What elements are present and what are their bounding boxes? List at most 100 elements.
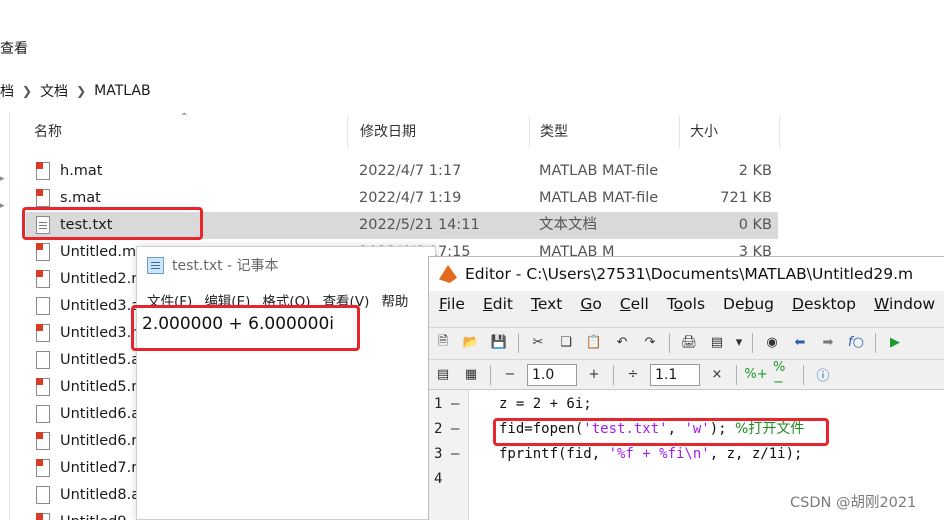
toolbar-separator — [803, 364, 804, 385]
file-date: 2022/5/21 14:11 — [359, 217, 480, 233]
menu-help[interactable]: 帮助 — [381, 290, 408, 310]
breadcrumb-item-documents[interactable]: 文档 — [34, 81, 74, 101]
menu-cell[interactable]: Cell — [610, 295, 657, 321]
code-line[interactable]: 4 — [429, 467, 944, 492]
multiply-icon[interactable]: × — [706, 364, 728, 386]
file-date: 2022/4/7 1:17 — [359, 163, 462, 179]
notepad-window[interactable]: test.txt - 记事本 文件(F) 编辑(E) 格式(O) 查看(V) 帮… — [131, 246, 436, 520]
highlight-box-test-file — [22, 207, 203, 240]
file-name: Untitled3.a — [60, 298, 141, 314]
file-size: 2 KB — [738, 163, 772, 179]
file-size: 721 KB — [720, 190, 772, 206]
file-type: MATLAB MAT-file — [539, 163, 659, 179]
back-arrow-icon[interactable]: ⬅ — [789, 332, 811, 354]
chevron-right-icon: ❯ — [76, 84, 87, 98]
column-header-size[interactable]: 大小 — [682, 116, 780, 148]
cell-value-input[interactable]: 1.0 — [527, 363, 577, 386]
editor-menu-bar: File Edit Text Go Cell Tools Debug Deskt… — [429, 295, 944, 321]
breakpoint-marker[interactable]: – — [451, 392, 459, 417]
mat-file-icon — [36, 378, 50, 396]
mat-file-icon — [36, 432, 50, 450]
matlab-editor-window[interactable]: Editor - C:\Users\27531\Documents\MATLAB… — [428, 256, 944, 520]
decrement-icon[interactable]: %− — [773, 360, 795, 390]
notepad-title: test.txt - 记事本 — [172, 258, 279, 274]
menu-go[interactable]: Go — [570, 295, 610, 321]
line-number: 1 — [434, 396, 443, 412]
code-text: z = 2 + 6i; — [499, 396, 592, 412]
paste-icon[interactable]: 📋 — [583, 332, 605, 354]
info-icon[interactable]: ⓘ — [812, 364, 834, 386]
watermark-text: CSDN @胡刚2021 — [790, 495, 917, 511]
copy-icon[interactable]: ❏ — [555, 332, 577, 354]
line-number: 2 — [434, 421, 443, 437]
editor-title-bar[interactable]: Editor - C:\Users\27531\Documents\MATLAB… — [429, 257, 944, 291]
menu-edit[interactable]: Edit — [473, 295, 521, 321]
breadcrumb: 档 ❯ 文档 ❯ MATLAB — [0, 78, 157, 104]
menu-tools[interactable]: Tools — [657, 295, 713, 321]
forward-arrow-icon[interactable]: ➡ — [817, 332, 839, 354]
plus-icon[interactable]: + — [583, 364, 605, 386]
divide-icon[interactable]: ÷ — [622, 364, 644, 386]
expand-arrow-icon[interactable]: ▸ — [0, 201, 5, 211]
redo-icon[interactable]: ↷ — [639, 332, 661, 354]
file-date: 2022/4/7 1:19 — [359, 190, 462, 206]
notepad-title-bar[interactable]: test.txt - 记事本 — [147, 255, 279, 275]
menu-text[interactable]: Text — [521, 295, 570, 321]
insert-cell-icon[interactable]: ▤ — [432, 364, 454, 386]
file-name: Untitled2.m — [60, 271, 146, 287]
file-type: 文本文档 — [539, 217, 597, 233]
file-type: MATLAB MAT-file — [539, 190, 659, 206]
print-icon[interactable]: 🖨 — [678, 332, 700, 354]
column-header-date[interactable]: 修改日期 — [352, 116, 530, 148]
breakpoint-marker[interactable]: – — [451, 417, 459, 442]
menu-debug[interactable]: Debug — [713, 295, 782, 321]
text-file-icon — [36, 486, 50, 504]
chevron-right-icon: ❯ — [22, 84, 33, 98]
column-header-name[interactable]: 名称 — [26, 116, 348, 148]
toolbar-separator — [490, 364, 491, 385]
menu-window[interactable]: Window — [864, 295, 943, 321]
chevron-down-icon[interactable]: ▾ — [734, 332, 744, 354]
line-number: 3 — [434, 446, 443, 462]
view-menu[interactable]: 查看 — [0, 38, 28, 58]
new-file-icon[interactable]: 🗎 — [432, 332, 454, 354]
editor-title: Editor - C:\Users\27531\Documents\MATLAB… — [465, 265, 914, 283]
file-row[interactable]: h.mat 2022/4/7 1:17 MATLAB MAT-file 2 KB — [26, 158, 778, 185]
increment-icon[interactable]: %+ — [744, 364, 767, 386]
save-icon[interactable]: 💾 — [488, 332, 510, 354]
navigation-pane[interactable]: ▸ ▸ — [0, 112, 10, 520]
expand-arrow-icon[interactable]: ▸ — [0, 174, 5, 184]
breakpoint-marker[interactable]: – — [451, 442, 459, 467]
file-size: 0 KB — [738, 217, 772, 233]
mat-file-icon — [36, 243, 50, 261]
code-line[interactable]: 1 – z = 2 + 6i; — [429, 392, 944, 417]
mat-file-icon — [36, 270, 50, 288]
file-name: Untitled8.a — [60, 487, 141, 503]
line-number: 4 — [434, 471, 443, 487]
open-folder-icon[interactable]: 📂 — [460, 332, 482, 354]
evaluate-cell-icon[interactable]: ▦ — [460, 364, 482, 386]
highlight-box-output — [131, 305, 360, 351]
undo-icon[interactable]: ↶ — [611, 332, 633, 354]
breadcrumb-item-matlab[interactable]: MATLAB — [88, 83, 156, 99]
menu-file[interactable]: File — [429, 295, 473, 321]
file-name: Untitled6.a — [60, 406, 141, 422]
file-name: Untitled.m — [60, 244, 137, 260]
find-binoculars-icon[interactable]: ◉ — [761, 332, 783, 354]
minus-icon[interactable]: − — [499, 364, 521, 386]
function-browser-icon[interactable]: f○ — [845, 332, 867, 354]
toolbar-separator — [518, 332, 519, 353]
run-icon[interactable]: ▶ — [884, 332, 906, 354]
cut-icon[interactable]: ✂ — [527, 332, 549, 354]
toolbar-separator — [752, 332, 753, 353]
publish-icon[interactable]: ▤ — [706, 332, 728, 354]
editor-toolbar-main: 🗎 📂 💾 ✂ ❏ 📋 ↶ ↷ 🖨 ▤ ▾ ◉ ⬅ ➡ f○ ▶ — [429, 327, 944, 357]
cell-scale-input[interactable]: 1.1 — [650, 363, 700, 386]
menu-desktop[interactable]: Desktop — [782, 295, 864, 321]
column-header-type[interactable]: 类型 — [532, 116, 680, 148]
text-file-icon — [36, 351, 50, 369]
mat-file-icon — [36, 189, 50, 207]
mat-file-icon — [36, 459, 50, 477]
text-file-icon — [36, 297, 50, 315]
breadcrumb-item-partial[interactable]: 档 — [0, 81, 20, 101]
